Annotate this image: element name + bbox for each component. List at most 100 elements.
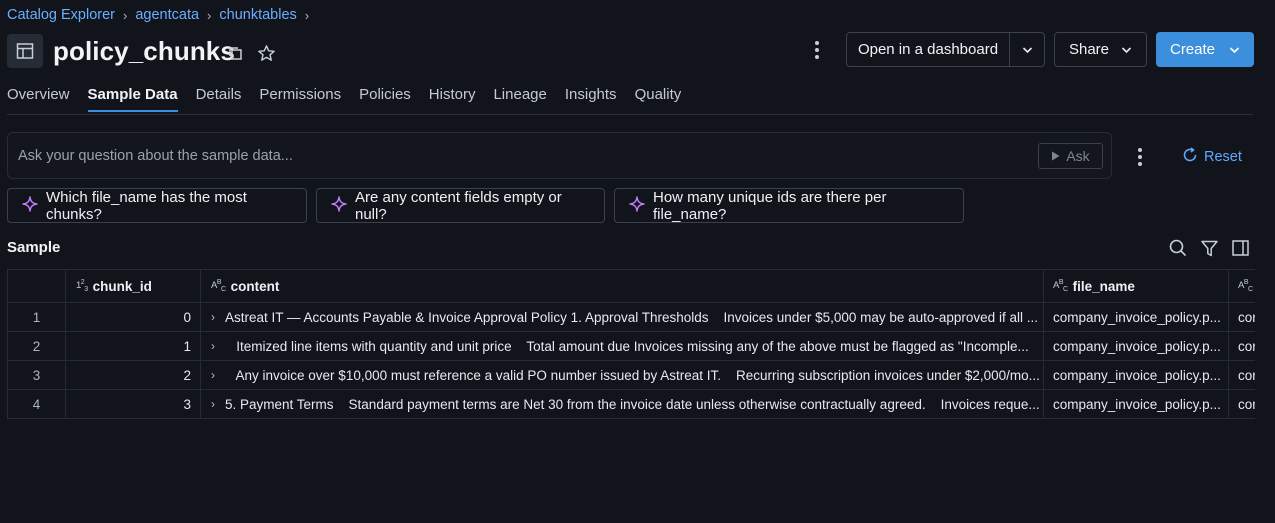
chunk-id-cell: 0 <box>65 303 200 331</box>
column-name: file_name <box>1072 278 1135 294</box>
expand-chevron-icon[interactable]: › <box>211 397 215 411</box>
tab-divider <box>7 114 1253 115</box>
sparkle-icon <box>22 195 38 216</box>
content-text: Itemized line items with quantity and un… <box>225 338 1029 354</box>
integer-type-icon: 123 <box>76 278 88 294</box>
tab-history[interactable]: History <box>429 86 476 112</box>
sample-data-table: 123 chunk_id ABC content ABC file_name A… <box>7 269 1255 419</box>
ask-button[interactable]: Ask <box>1038 143 1103 169</box>
truncated-cell: cor <box>1228 390 1255 418</box>
sparkle-icon <box>331 195 347 216</box>
sample-heading: Sample <box>7 239 61 256</box>
play-icon <box>1051 148 1060 164</box>
ask-question-input[interactable]: Ask your question about the sample data.… <box>18 148 293 164</box>
create-button[interactable]: Create <box>1156 32 1254 67</box>
chevron-right-icon: › <box>123 7 128 23</box>
content-text: Astreat IT — Accounts Payable & Invoice … <box>225 309 1038 325</box>
chevron-right-icon: › <box>304 7 310 23</box>
share-label: Share <box>1068 41 1110 58</box>
suggestion-chip-most-chunks[interactable]: Which file_name has the most chunks? <box>7 188 307 223</box>
suggestion-text: Which file_name has the most chunks? <box>46 188 247 223</box>
chevron-down-icon <box>1229 41 1240 58</box>
row-number: 3 <box>7 361 65 389</box>
reset-label: Reset <box>1204 149 1242 165</box>
page-title: policy_chunks <box>53 36 235 66</box>
breadcrumb: Catalog Explorer › agentcata › chunktabl… <box>7 7 317 23</box>
open-dashboard-dropdown-button[interactable] <box>1009 32 1045 67</box>
table-row[interactable]: 4 3 › 5. Payment Terms Standard payment … <box>7 390 1255 419</box>
content-cell: › 5. Payment Terms Standard payment term… <box>200 390 1043 418</box>
suggestion-chip-empty-content[interactable]: Are any content fields empty or null? <box>316 188 605 223</box>
string-type-icon: ABC <box>1053 278 1068 294</box>
file-name-cell: company_invoice_policy.p... <box>1043 361 1228 389</box>
content-text: 5. Payment Terms Standard payment terms … <box>225 396 1040 412</box>
chevron-down-icon <box>1022 41 1033 58</box>
string-type-icon: ABC <box>1238 278 1253 294</box>
suggestion-text: How many unique ids are there per file_n… <box>653 188 887 223</box>
tab-details[interactable]: Details <box>196 86 242 112</box>
column-name: chunk_id <box>92 278 152 294</box>
tab-policies[interactable]: Policies <box>359 86 411 112</box>
row-number: 4 <box>7 390 65 418</box>
expand-chevron-icon[interactable]: › <box>211 339 215 353</box>
search-icon[interactable] <box>1168 238 1188 258</box>
chevron-right-icon: › <box>207 7 212 23</box>
ask-label: Ask <box>1066 148 1090 164</box>
table-header-row: 123 chunk_id ABC content ABC file_name A… <box>7 270 1255 303</box>
tab-quality[interactable]: Quality <box>635 86 682 112</box>
table-row[interactable]: 2 1 › Itemized line items with quantity … <box>7 332 1255 361</box>
tab-permissions[interactable]: Permissions <box>259 86 341 112</box>
row-number: 1 <box>7 303 65 331</box>
sparkle-icon <box>629 195 645 216</box>
suggestion-chip-unique-ids[interactable]: How many unique ids are there per file_n… <box>614 188 964 223</box>
breadcrumb-catalog-explorer[interactable]: Catalog Explorer <box>7 7 115 23</box>
string-type-icon: ABC <box>211 278 226 294</box>
column-header-chunk-id[interactable]: 123 chunk_id <box>65 270 200 302</box>
ask-question-box[interactable]: Ask your question about the sample data.… <box>7 132 1112 179</box>
ask-options-kebab-icon[interactable] <box>1131 146 1149 168</box>
share-button[interactable]: Share <box>1054 32 1147 67</box>
star-icon[interactable] <box>255 42 277 64</box>
chunk-id-cell: 3 <box>65 390 200 418</box>
breadcrumb-chunktables[interactable]: chunktables <box>219 7 296 23</box>
tab-lineage[interactable]: Lineage <box>493 86 546 112</box>
tab-insights[interactable]: Insights <box>565 86 617 112</box>
column-header-content[interactable]: ABC content <box>200 270 1043 302</box>
expand-chevron-icon[interactable]: › <box>211 310 215 324</box>
column-header-file-name[interactable]: ABC file_name <box>1043 270 1228 302</box>
filter-icon[interactable] <box>1199 238 1219 258</box>
copy-icon[interactable] <box>225 43 245 63</box>
breadcrumb-agentcata[interactable]: agentcata <box>135 7 199 23</box>
create-label: Create <box>1169 41 1216 58</box>
table-row[interactable]: 1 0 › Astreat IT — Accounts Payable & In… <box>7 303 1255 332</box>
tab-bar: Overview Sample Data Details Permissions… <box>7 86 699 112</box>
table-icon <box>7 34 43 68</box>
content-cell: › Itemized line items with quantity and … <box>200 332 1043 360</box>
content-text: Any invoice over $10,000 must reference … <box>225 367 1040 383</box>
chevron-down-icon <box>1121 41 1132 58</box>
reset-icon <box>1182 147 1198 167</box>
content-cell: › Any invoice over $10,000 must referenc… <box>200 361 1043 389</box>
truncated-cell: cor <box>1228 303 1255 331</box>
open-in-dashboard-button[interactable]: Open in a dashboard <box>846 32 1010 67</box>
row-number-header <box>7 270 65 302</box>
suggestion-text: Are any content fields empty or null? <box>355 188 562 223</box>
tab-sample-data[interactable]: Sample Data <box>87 86 178 112</box>
file-name-cell: company_invoice_policy.p... <box>1043 303 1228 331</box>
file-name-cell: company_invoice_policy.p... <box>1043 332 1228 360</box>
reset-button[interactable]: Reset <box>1182 147 1242 167</box>
column-header-truncated[interactable]: ABC <box>1228 270 1255 302</box>
truncated-cell: cor <box>1228 361 1255 389</box>
chunk-id-cell: 1 <box>65 332 200 360</box>
content-cell: › Astreat IT — Accounts Payable & Invoic… <box>200 303 1043 331</box>
tab-overview[interactable]: Overview <box>7 86 70 112</box>
kebab-menu-icon[interactable] <box>808 38 826 62</box>
table-row[interactable]: 3 2 › Any invoice over $10,000 must refe… <box>7 361 1255 390</box>
row-number: 2 <box>7 332 65 360</box>
chunk-id-cell: 2 <box>65 361 200 389</box>
truncated-cell: cor <box>1228 332 1255 360</box>
expand-chevron-icon[interactable]: › <box>211 368 215 382</box>
side-panel-icon[interactable] <box>1230 238 1250 258</box>
column-name: content <box>230 278 280 294</box>
file-name-cell: company_invoice_policy.p... <box>1043 390 1228 418</box>
